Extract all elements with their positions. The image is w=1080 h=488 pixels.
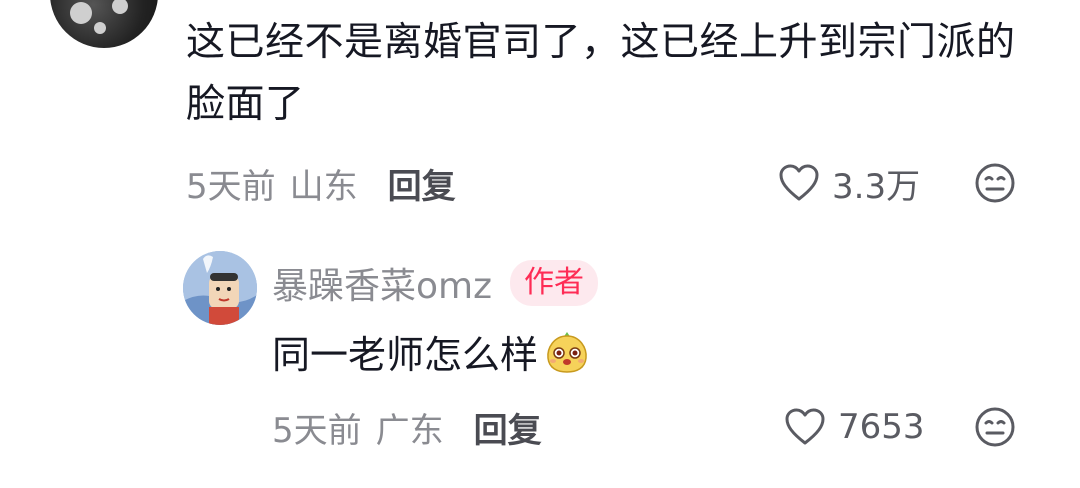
heart-icon [785, 408, 825, 445]
like-count: 3.3万 [832, 166, 921, 207]
reply-text: 同一老师怎么样 [272, 332, 539, 377]
author-badge: 作者 [510, 260, 598, 306]
reply-location: 广东 [375, 410, 444, 451]
reply-like-count: 7653 [838, 407, 925, 447]
cartoon-avatar-image [183, 251, 257, 325]
comment-location: 山东 [289, 166, 358, 207]
reply-time: 5天前 [272, 410, 362, 451]
reply-header: 暴躁香菜omz 作者 [272, 256, 598, 310]
reply-to-reply-button[interactable]: 回复 [474, 403, 542, 452]
comment-meta: 5天前 山东 回复 [186, 158, 456, 208]
comment-text: 这已经不是离婚官司了，这已经上升到宗门派的脸面了 [186, 20, 1016, 127]
reply-like-button[interactable]: 7653 [784, 402, 925, 452]
heart-icon [779, 164, 819, 201]
smiling-mango-sticker-icon [547, 332, 587, 373]
like-button[interactable]: 3.3万 [778, 158, 920, 208]
commenter-avatar[interactable] [50, 0, 158, 48]
comment-thread: 这已经不是离婚官司了，这已经上升到宗门派的脸面了 5天前 山东 回复 3.3万 [0, 0, 1080, 488]
reply-meta: 5天前 广东 回复 [272, 402, 542, 452]
dislike-icon[interactable] [974, 406, 1016, 448]
reply-content: 同一老师怎么样 [272, 320, 590, 382]
comment-time: 5天前 [186, 166, 276, 207]
reply-button[interactable]: 回复 [388, 159, 456, 208]
dislike-icon[interactable] [974, 162, 1016, 204]
reply-username[interactable]: 暴躁香菜omz [272, 257, 492, 309]
reply-avatar[interactable] [183, 251, 257, 325]
